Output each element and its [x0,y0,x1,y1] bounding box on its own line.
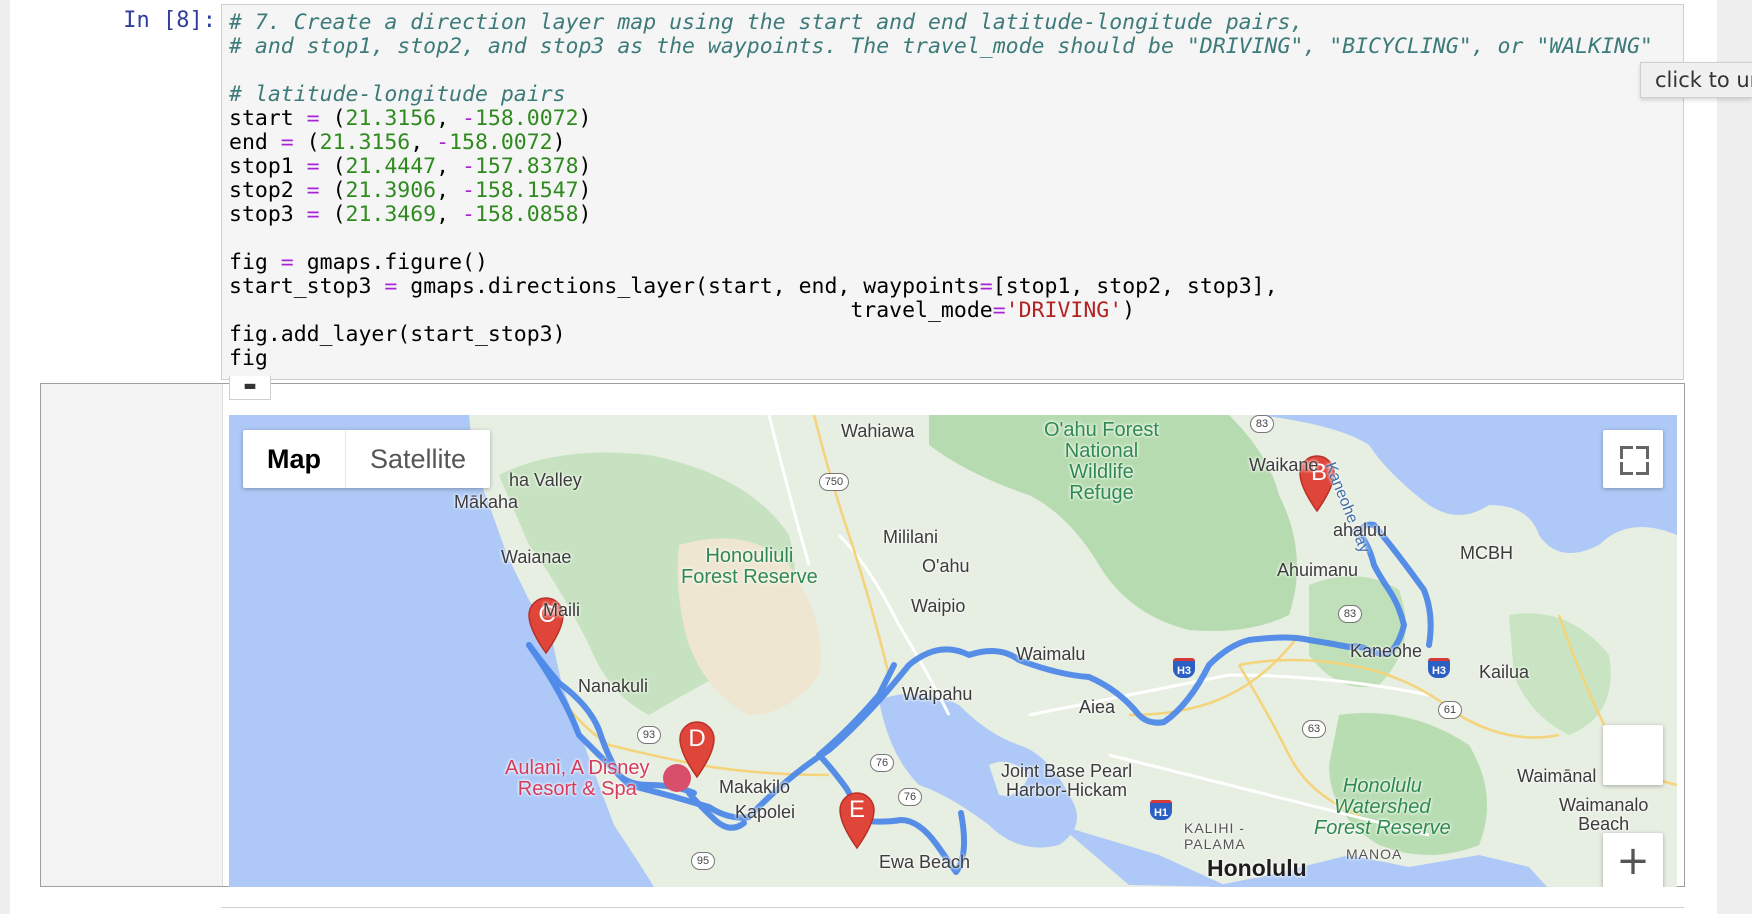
pegman-control[interactable] [1603,725,1663,785]
place-kahaluu: ahaluu [1333,520,1388,540]
notebook-scrollbar-track[interactable] [1717,0,1752,914]
zoom-in-button[interactable]: + [1603,833,1663,887]
end-lat: 21.3156 [319,130,411,155]
place-waianae: Waianae [501,547,572,567]
place-mililani: Mililani [883,527,939,547]
stop1-lng: 157.8378 [474,154,579,179]
stop3-lng: 158.0858 [474,202,579,227]
start-lng: 158.0072 [474,106,579,131]
place-aiea: Aiea [1079,697,1116,717]
place-mcbh: MCBH [1460,543,1513,563]
stop3-lat: 21.3469 [345,202,437,227]
stop2-lat: 21.3906 [345,178,437,203]
place-waipio: Waipio [911,596,966,616]
output-prompt-area [41,384,223,886]
notebook-left-gutter [0,0,10,914]
place-kapolei: Kapolei [735,802,796,822]
code-directions-call: gmaps.directions_layer(start, end, waypo… [410,274,980,299]
route-83b-shield: 83 [1338,605,1362,623]
place-honouliuli-forest: Honouliuli Forest Reserve [681,545,818,588]
next-cell[interactable] [221,907,1684,918]
route-61-shield: 61 [1438,701,1462,719]
place-nanakuli: Nanakuli [578,676,649,696]
place-waikane: Waikane [1249,455,1319,475]
place-makaha-valley: ha Valley [509,470,582,490]
map-type-map-button[interactable]: Map [243,430,346,488]
code-cell-input[interactable]: # 7. Create a direction layer map using … [221,4,1684,380]
route-76b-shield: 76 [898,788,922,806]
cell-prompt: In [8]: [123,8,216,33]
place-makaha: Mākaha [454,492,519,512]
place-kailua: Kailua [1479,662,1530,682]
code-comment: # 7. Create a direction layer map using … [229,10,1304,35]
route-h1-shield: H1 [1150,800,1172,820]
code-comment: # and stop1, stop2, and stop3 as the way… [229,34,1653,59]
marker-d-label[interactable]: D [687,725,707,753]
place-kalihi-palama: KALIHI - PALAMA [1184,820,1246,852]
code-add-layer: fig.add_layer(start_stop3) [229,322,566,347]
route-h3-shield: H3 [1173,658,1195,678]
place-maili: Maili [543,600,581,620]
stop2-lng: 158.1547 [474,178,579,203]
code-comment: # latitude-longitude pairs [229,82,566,107]
route-93-shield: 93 [637,726,661,744]
place-honolulu: Honolulu [1207,855,1307,881]
map-type-satellite-button[interactable]: Satellite [346,430,490,488]
place-makakilo: Makakilo [719,777,791,797]
marker-e-label[interactable]: E [847,796,867,824]
place-oahu: O'ahu [922,556,970,576]
place-oahu-forest-refuge: O'ahu Forest National Wildlife Refuge [1044,419,1159,504]
place-waimanalo: Waimānal [1517,766,1597,786]
code-figure-call: gmaps.figure() [306,250,488,275]
place-jbphh: Joint Base Pearl Harbor-Hickam [1001,761,1133,800]
start-lat: 21.3156 [345,106,437,131]
fullscreen-icon-corner [1636,446,1649,459]
place-honolulu-watershed: Honolulu Watershed Forest Reserve [1314,775,1451,839]
place-ahuimanu: Ahuimanu [1277,560,1359,580]
route-76-shield: 76 [870,754,894,772]
code-editor[interactable]: # 7. Create a direction layer map using … [222,5,1683,377]
fullscreen-icon [1620,446,1633,459]
place-ewa-beach: Ewa Beach [879,852,971,872]
place-aulani-resort[interactable]: Aulani, A Disney Resort & Spa [505,758,650,800]
fullscreen-button[interactable] [1603,430,1663,488]
code-travel-mode-kw: travel_mode [850,298,993,323]
place-kaneohe: Kaneohe [1350,641,1423,661]
route-750-shield: 750 [819,473,849,491]
code-travel-mode-value: 'DRIVING' [1005,298,1123,323]
place-waimanalo-beach: Waimanalo Beach [1559,795,1649,834]
route-83-shield: 83 [1250,415,1274,433]
download-icon[interactable]: ▬ [229,376,271,400]
scroll-tooltip: click to un [1640,62,1752,98]
place-wahiawa: Wahiawa [841,421,915,441]
place-waipahu: Waipahu [902,684,973,704]
map-type-control: Map Satellite [243,430,491,488]
stop1-lat: 21.4447 [345,154,437,179]
code-fig: fig [229,346,268,371]
end-lng: 158.0072 [449,130,553,155]
google-map[interactable]: B C D E Wahiawa O'ahu Forest National Wi… [229,415,1677,887]
fullscreen-icon-corner [1620,462,1633,475]
route-63-shield: 63 [1302,720,1326,738]
code-waypoints-list: [stop1, stop2, stop3], [992,274,1278,299]
route-h3b-shield: H3 [1428,658,1450,678]
place-manoa: MANOA [1346,846,1403,862]
route-95-shield: 95 [691,852,715,870]
place-waimalu: Waimalu [1016,644,1086,664]
fullscreen-icon-corner [1636,462,1649,475]
